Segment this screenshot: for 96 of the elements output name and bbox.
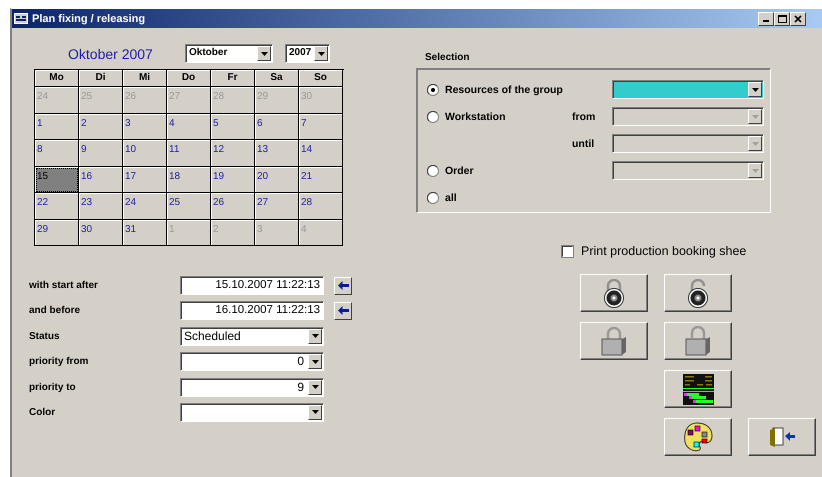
toolbar-button[interactable] bbox=[664, 274, 732, 312]
dropdown-field[interactable] bbox=[612, 80, 764, 99]
radio-button[interactable] bbox=[427, 110, 439, 122]
dropdown-field[interactable]: 0 bbox=[180, 352, 324, 372]
calendar-day[interactable]: 21 bbox=[299, 166, 343, 193]
window-icon bbox=[14, 13, 28, 24]
weekday-header: Fr bbox=[211, 70, 255, 87]
calendar-day[interactable]: 25 bbox=[167, 193, 211, 220]
field-label: priority from bbox=[29, 356, 90, 368]
calendar-day[interactable]: 22 bbox=[35, 193, 79, 220]
close-button[interactable] bbox=[790, 12, 806, 26]
calendar-day[interactable]: 24 bbox=[123, 193, 167, 220]
option-label: Workstation bbox=[445, 110, 506, 122]
field-label: until bbox=[572, 138, 594, 150]
calendar-day[interactable]: 1 bbox=[35, 114, 79, 140]
padlock-icon bbox=[601, 326, 627, 356]
calendar-day[interactable]: 17 bbox=[123, 166, 167, 193]
calendar-day[interactable]: 28 bbox=[299, 193, 343, 220]
weekday-header: Di bbox=[79, 70, 123, 87]
dropdown-field[interactable] bbox=[612, 107, 764, 126]
weekday-header: Mi bbox=[123, 70, 167, 87]
weekday-header: Mo bbox=[35, 70, 79, 87]
close-icon bbox=[794, 14, 802, 22]
calendar-day[interactable]: 23 bbox=[79, 193, 123, 220]
option-label: Order bbox=[445, 164, 474, 176]
datetime-field[interactable]: 15.10.2007 11:22:13 bbox=[180, 276, 324, 295]
toolbar-button[interactable] bbox=[748, 418, 816, 456]
open-combination-lock-icon bbox=[687, 278, 709, 308]
calendar-day[interactable]: 12 bbox=[211, 140, 255, 166]
option-label: all bbox=[445, 192, 457, 204]
weekday-header: Do bbox=[167, 70, 211, 87]
calendar-day[interactable]: 27 bbox=[255, 193, 299, 220]
field-label: with start after bbox=[29, 280, 99, 291]
calendar-day[interactable]: 20 bbox=[255, 166, 299, 193]
year-dropdown[interactable]: 2007 bbox=[285, 44, 330, 63]
maximize-button[interactable] bbox=[774, 12, 790, 26]
toolbar-button[interactable] bbox=[664, 418, 732, 456]
toolbar-button[interactable] bbox=[580, 322, 648, 360]
radio-button[interactable] bbox=[427, 164, 439, 176]
calendar-day[interactable]: 18 bbox=[167, 166, 211, 193]
exit-door-icon bbox=[770, 427, 794, 447]
calendar-day[interactable]: 15 bbox=[35, 166, 79, 193]
window-title: Plan fixing / releasing bbox=[32, 12, 146, 24]
radio-button[interactable] bbox=[427, 192, 439, 204]
dropdown-field[interactable] bbox=[612, 161, 764, 180]
option-label: Resources of the group bbox=[445, 84, 563, 96]
weekday-header: So bbox=[299, 70, 343, 87]
calendar-day[interactable]: 19 bbox=[211, 166, 255, 193]
set-now-button[interactable] bbox=[334, 302, 352, 320]
dropdown-field[interactable] bbox=[612, 134, 764, 153]
toolbar-button[interactable] bbox=[580, 274, 648, 312]
month-dropdown[interactable]: Oktober bbox=[185, 44, 273, 63]
arrow-left-icon bbox=[338, 281, 348, 290]
calendar-day[interactable]: 7 bbox=[299, 114, 343, 140]
calendar-day[interactable]: 9 bbox=[79, 140, 123, 166]
toolbar-button[interactable] bbox=[664, 370, 732, 408]
maximize-icon bbox=[778, 14, 786, 22]
calendar-day[interactable]: 29 bbox=[35, 220, 79, 246]
calendar-day[interactable]: 10 bbox=[123, 140, 167, 166]
field-label: priority to bbox=[29, 382, 77, 393]
datetime-field[interactable]: 16.10.2007 11:22:13 bbox=[180, 301, 324, 320]
calendar-day[interactable]: 8 bbox=[35, 140, 79, 166]
dropdown-field[interactable]: Scheduled bbox=[180, 326, 324, 346]
calendar-day[interactable]: 16 bbox=[79, 166, 123, 193]
calendar-day[interactable]: 30 bbox=[79, 220, 123, 246]
calendar-day[interactable]: 31 bbox=[123, 220, 167, 246]
field-label: Color bbox=[29, 406, 56, 418]
calendar-day[interactable]: 6 bbox=[255, 114, 299, 140]
minimize-icon bbox=[763, 20, 769, 22]
field-label: from bbox=[572, 110, 596, 122]
arrow-left-icon bbox=[338, 306, 348, 316]
radio-button[interactable] bbox=[427, 84, 439, 96]
field-label: and before bbox=[29, 305, 82, 316]
set-now-button[interactable] bbox=[334, 276, 352, 294]
calendar-day[interactable]: 14 bbox=[299, 140, 343, 166]
combination-lock-icon bbox=[603, 278, 625, 308]
calendar-day[interactable]: 5 bbox=[211, 114, 255, 140]
palette-icon bbox=[683, 422, 713, 452]
calendar-day[interactable]: 13 bbox=[255, 140, 299, 166]
calendar-day[interactable]: 2 bbox=[79, 114, 123, 140]
calendar-day[interactable]: 4 bbox=[167, 114, 211, 140]
toolbar-button[interactable] bbox=[664, 322, 732, 360]
dropdown-field[interactable]: 9 bbox=[180, 378, 324, 397]
group-title: Selection bbox=[424, 52, 470, 63]
field-label: Status bbox=[29, 330, 61, 342]
calendar-heading: Oktober 2007 bbox=[67, 46, 154, 62]
weekday-header: Sa bbox=[255, 70, 299, 87]
gantt-chart-icon bbox=[682, 374, 714, 404]
minimize-button[interactable] bbox=[758, 12, 774, 26]
checkbox[interactable] bbox=[561, 244, 574, 258]
open-padlock-icon bbox=[685, 326, 711, 356]
checkbox-label: Print production booking shee bbox=[581, 244, 746, 258]
dropdown-field[interactable] bbox=[180, 402, 324, 422]
calendar-day[interactable]: 3 bbox=[123, 114, 167, 140]
calendar-day[interactable]: 26 bbox=[211, 193, 255, 220]
calendar-day[interactable]: 11 bbox=[167, 140, 211, 166]
